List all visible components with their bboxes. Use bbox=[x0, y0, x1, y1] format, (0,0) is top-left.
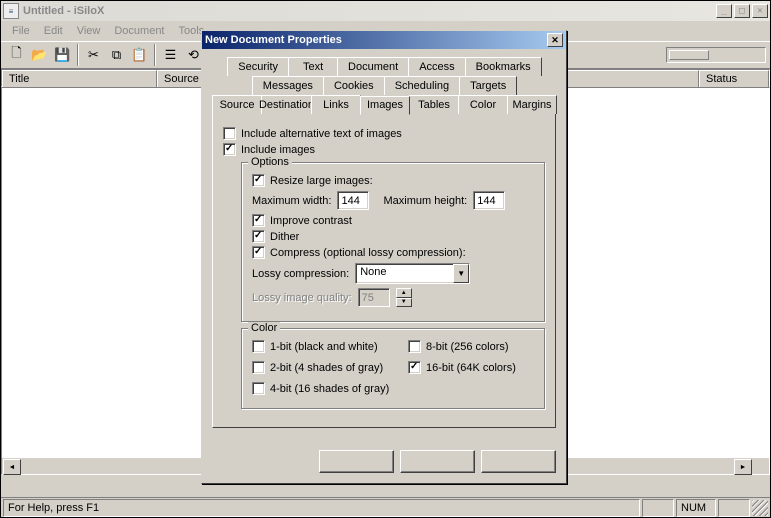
color-legend: Color bbox=[248, 322, 280, 334]
progress-panel bbox=[666, 47, 766, 63]
app-icon: ≡ bbox=[3, 3, 19, 19]
options-legend: Options bbox=[248, 156, 292, 168]
compress-label: Compress (optional lossy compression): bbox=[270, 247, 466, 259]
main-title-bar: ≡ Untitled - iSiloX _ □ ✕ bbox=[1, 1, 770, 21]
tab-links[interactable]: Links bbox=[311, 95, 361, 114]
tab-targets[interactable]: Targets bbox=[459, 76, 517, 95]
quality-spinner: ▲ ▼ bbox=[396, 288, 412, 307]
column-status[interactable]: Status bbox=[699, 70, 769, 88]
new-document-properties-dialog: New Document Properties ✕ Security Text … bbox=[201, 30, 567, 484]
save-icon[interactable]: 💾 bbox=[51, 44, 74, 66]
status-blank2 bbox=[718, 499, 750, 517]
column-title[interactable]: Title bbox=[2, 70, 157, 88]
menu-file[interactable]: File bbox=[5, 23, 37, 39]
status-blank1 bbox=[642, 499, 674, 517]
tab-access[interactable]: Access bbox=[408, 57, 465, 76]
tab-scheduling[interactable]: Scheduling bbox=[384, 76, 460, 95]
new-icon[interactable]: 🗋 bbox=[5, 44, 28, 66]
resize-checkbox[interactable] bbox=[252, 174, 265, 187]
tab-tables[interactable]: Tables bbox=[409, 95, 459, 114]
status-num: NUM bbox=[676, 499, 716, 517]
chevron-down-icon[interactable]: ▼ bbox=[453, 264, 469, 283]
tab-security[interactable]: Security bbox=[227, 57, 289, 76]
tab-bookmarks[interactable]: Bookmarks bbox=[465, 57, 542, 76]
scroll-corner bbox=[753, 458, 769, 474]
max-height-label: Maximum height: bbox=[383, 195, 467, 207]
status-help-text: For Help, press F1 bbox=[3, 499, 640, 517]
max-width-label: Maximum width: bbox=[252, 195, 331, 207]
resize-label: Resize large images: bbox=[270, 175, 373, 187]
menu-edit[interactable]: Edit bbox=[37, 23, 70, 39]
color-4bit-checkbox[interactable] bbox=[252, 382, 265, 395]
menu-document[interactable]: Document bbox=[107, 23, 171, 39]
tab-text[interactable]: Text bbox=[288, 57, 338, 76]
color-4bit-label: 4-bit (16 shades of gray) bbox=[270, 383, 389, 395]
tab-margins[interactable]: Margins bbox=[507, 95, 557, 114]
improve-contrast-label: Improve contrast bbox=[270, 215, 352, 227]
dialog-button-3[interactable] bbox=[481, 450, 556, 473]
dialog-button-1[interactable] bbox=[319, 450, 394, 473]
color-16bit-checkbox[interactable] bbox=[408, 361, 421, 374]
color-16bit-label: 16-bit (64K colors) bbox=[426, 362, 516, 374]
minimize-button[interactable]: _ bbox=[716, 4, 732, 18]
maximize-button[interactable]: □ bbox=[734, 4, 750, 18]
lossy-compression-value: None bbox=[356, 264, 453, 283]
color-2bit-label: 2-bit (4 shades of gray) bbox=[270, 362, 383, 374]
dialog-title: New Document Properties bbox=[205, 34, 547, 46]
max-width-input[interactable] bbox=[337, 191, 369, 210]
lossy-quality-label: Lossy image quality: bbox=[252, 292, 352, 304]
tab-color[interactable]: Color bbox=[458, 95, 508, 114]
color-group: Color 1-bit (black and white) 8-bit (256… bbox=[241, 328, 545, 409]
properties-icon[interactable]: ☰ bbox=[159, 44, 182, 66]
spinner-down-icon: ▼ bbox=[396, 298, 412, 308]
separator bbox=[77, 44, 79, 66]
color-8bit-label: 8-bit (256 colors) bbox=[426, 341, 509, 353]
copy-icon[interactable]: ⧉ bbox=[105, 44, 128, 66]
include-alt-label: Include alternative text of images bbox=[241, 128, 402, 140]
options-group: Options Resize large images: Maximum wid… bbox=[241, 162, 545, 322]
color-2bit-checkbox[interactable] bbox=[252, 361, 265, 374]
status-bar: For Help, press F1 NUM bbox=[1, 497, 770, 517]
lossy-quality-input bbox=[358, 288, 390, 307]
tab-document[interactable]: Document bbox=[337, 57, 409, 76]
color-1bit-label: 1-bit (black and white) bbox=[270, 341, 378, 353]
menu-view[interactable]: View bbox=[70, 23, 108, 39]
include-images-label: Include images bbox=[241, 144, 315, 156]
tab-panel-images: Include alternative text of images Inclu… bbox=[212, 113, 556, 428]
dither-label: Dither bbox=[270, 231, 299, 243]
color-1bit-checkbox[interactable] bbox=[252, 340, 265, 353]
paste-icon[interactable]: 📋 bbox=[128, 44, 151, 66]
resize-grip[interactable] bbox=[752, 500, 768, 516]
window-title: Untitled - iSiloX bbox=[23, 5, 714, 17]
tab-destination[interactable]: Destination bbox=[261, 95, 312, 114]
lossy-compression-label: Lossy compression: bbox=[252, 268, 349, 280]
improve-contrast-checkbox[interactable] bbox=[252, 214, 265, 227]
compress-checkbox[interactable] bbox=[252, 246, 265, 259]
close-button[interactable]: ✕ bbox=[752, 4, 768, 18]
dialog-title-bar[interactable]: New Document Properties ✕ bbox=[202, 31, 566, 49]
include-images-checkbox[interactable] bbox=[223, 143, 236, 156]
max-height-input[interactable] bbox=[473, 191, 505, 210]
tab-cookies[interactable]: Cookies bbox=[323, 76, 385, 95]
dialog-buttons bbox=[202, 444, 566, 483]
open-icon[interactable]: 📂 bbox=[28, 44, 51, 66]
column-last[interactable] bbox=[552, 70, 699, 88]
dialog-close-button[interactable]: ✕ bbox=[547, 33, 563, 47]
color-8bit-checkbox[interactable] bbox=[408, 340, 421, 353]
spinner-up-icon: ▲ bbox=[396, 288, 412, 298]
lossy-compression-combo[interactable]: None ▼ bbox=[355, 263, 470, 284]
separator bbox=[154, 44, 156, 66]
include-alt-checkbox[interactable] bbox=[223, 127, 236, 140]
cut-icon[interactable]: ✂ bbox=[82, 44, 105, 66]
dither-checkbox[interactable] bbox=[252, 230, 265, 243]
tab-messages[interactable]: Messages bbox=[252, 76, 324, 95]
tab-source[interactable]: Source bbox=[212, 95, 262, 114]
tab-images[interactable]: Images bbox=[360, 96, 410, 115]
tabs: Security Text Document Access Bookmarks … bbox=[212, 57, 556, 428]
dialog-button-2[interactable] bbox=[400, 450, 475, 473]
